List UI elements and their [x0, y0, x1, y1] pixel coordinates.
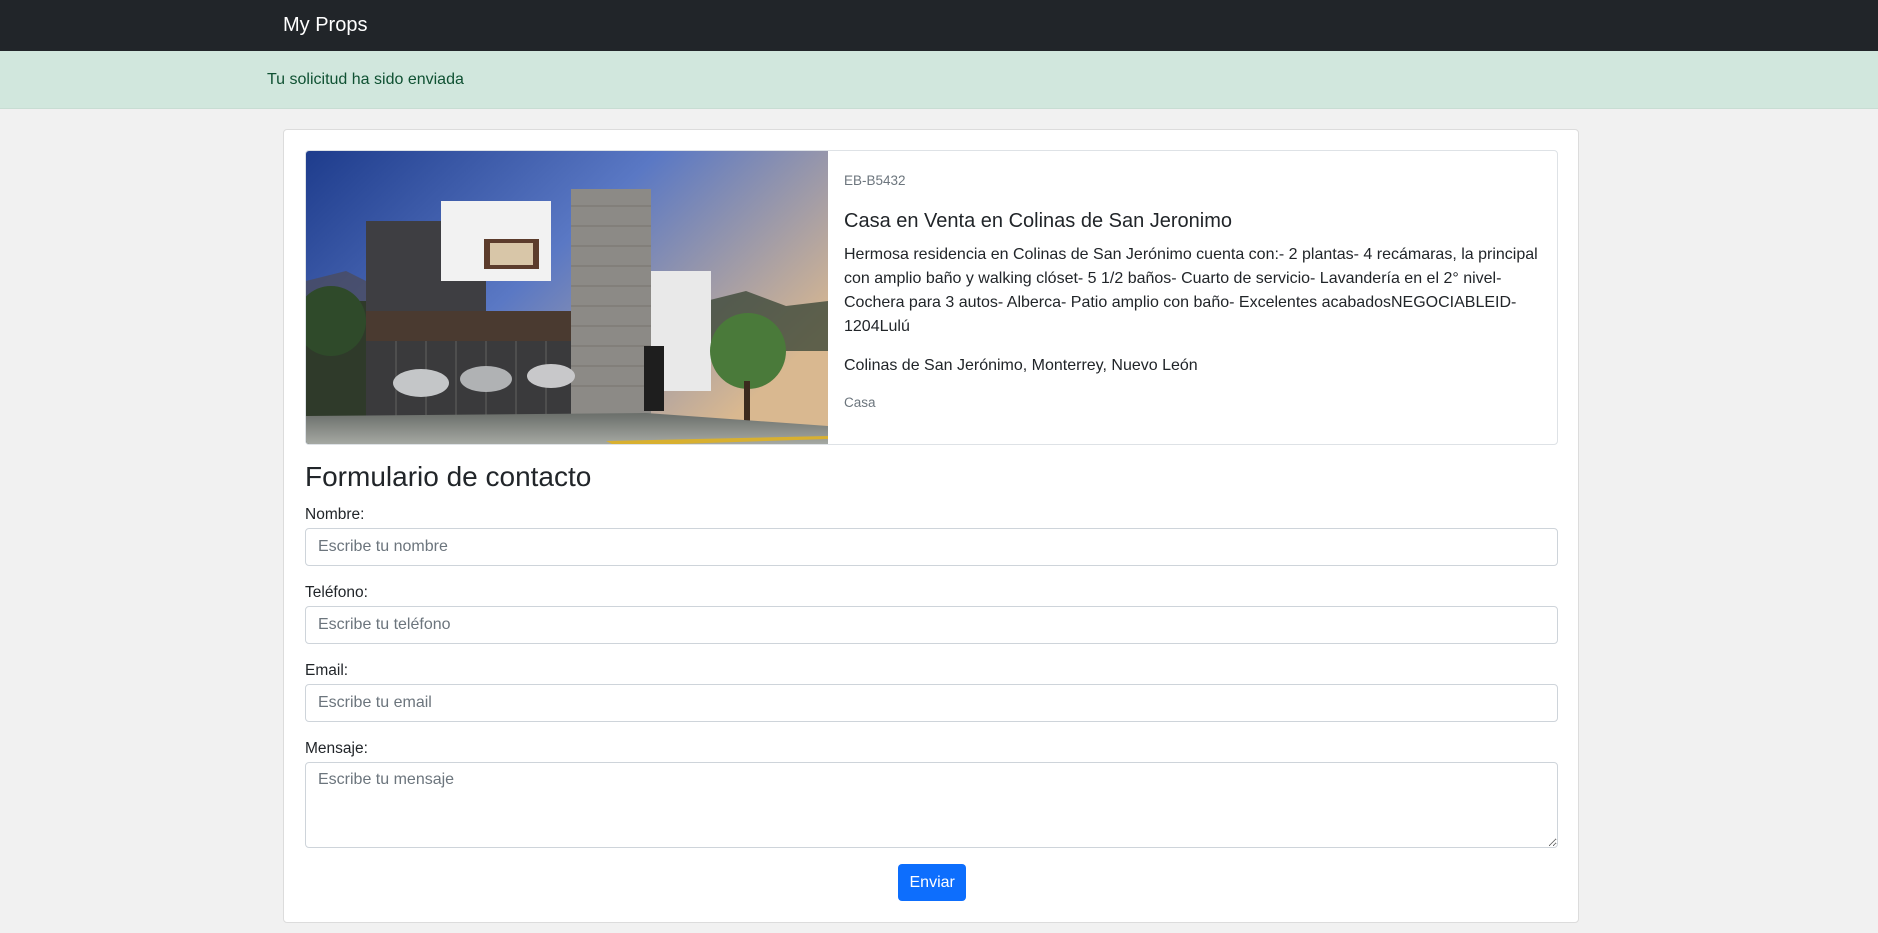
contact-form: Nombre: Teléfono: Email: Mensaje: Enviar [305, 506, 1558, 901]
alert-message: Tu solicitud ha sido enviada [267, 70, 464, 88]
property-location: Colinas de San Jerónimo, Monterrey, Nuev… [844, 357, 1198, 374]
property-detail-card: EB-B5432 Casa en Venta en Colinas de San… [283, 129, 1579, 923]
phone-input[interactable] [305, 606, 1558, 644]
property-info: EB-B5432 Casa en Venta en Colinas de San… [828, 151, 1557, 444]
top-navbar: My Props [0, 0, 1878, 51]
message-textarea[interactable] [305, 762, 1558, 848]
property-image [306, 151, 828, 444]
name-input[interactable] [305, 528, 1558, 566]
phone-label: Teléfono: [305, 584, 368, 601]
contact-form-title: Formulario de contacto [305, 461, 592, 492]
name-label: Nombre: [305, 506, 365, 523]
submit-button[interactable]: Enviar [897, 864, 966, 901]
property-description: Hermosa residencia en Colinas de San Jer… [844, 246, 1538, 335]
phone-field-group: Teléfono: [305, 584, 1558, 644]
email-input[interactable] [305, 684, 1558, 722]
message-label: Mensaje: [305, 740, 368, 757]
brand-link[interactable]: My Props [283, 14, 367, 37]
property-type: Casa [844, 395, 876, 410]
property-title: Casa en Venta en Colinas de San Jeronimo [844, 210, 1233, 232]
email-field-group: Email: [305, 662, 1558, 722]
submit-wrapper: Enviar [305, 864, 1558, 901]
name-field-group: Nombre: [305, 506, 1558, 566]
email-label: Email: [305, 662, 349, 679]
message-field-group: Mensaje: [305, 740, 1558, 848]
success-alert: Tu solicitud ha sido enviada [0, 51, 1878, 109]
property-card: EB-B5432 Casa en Venta en Colinas de San… [305, 150, 1558, 445]
property-code: EB-B5432 [844, 173, 906, 188]
